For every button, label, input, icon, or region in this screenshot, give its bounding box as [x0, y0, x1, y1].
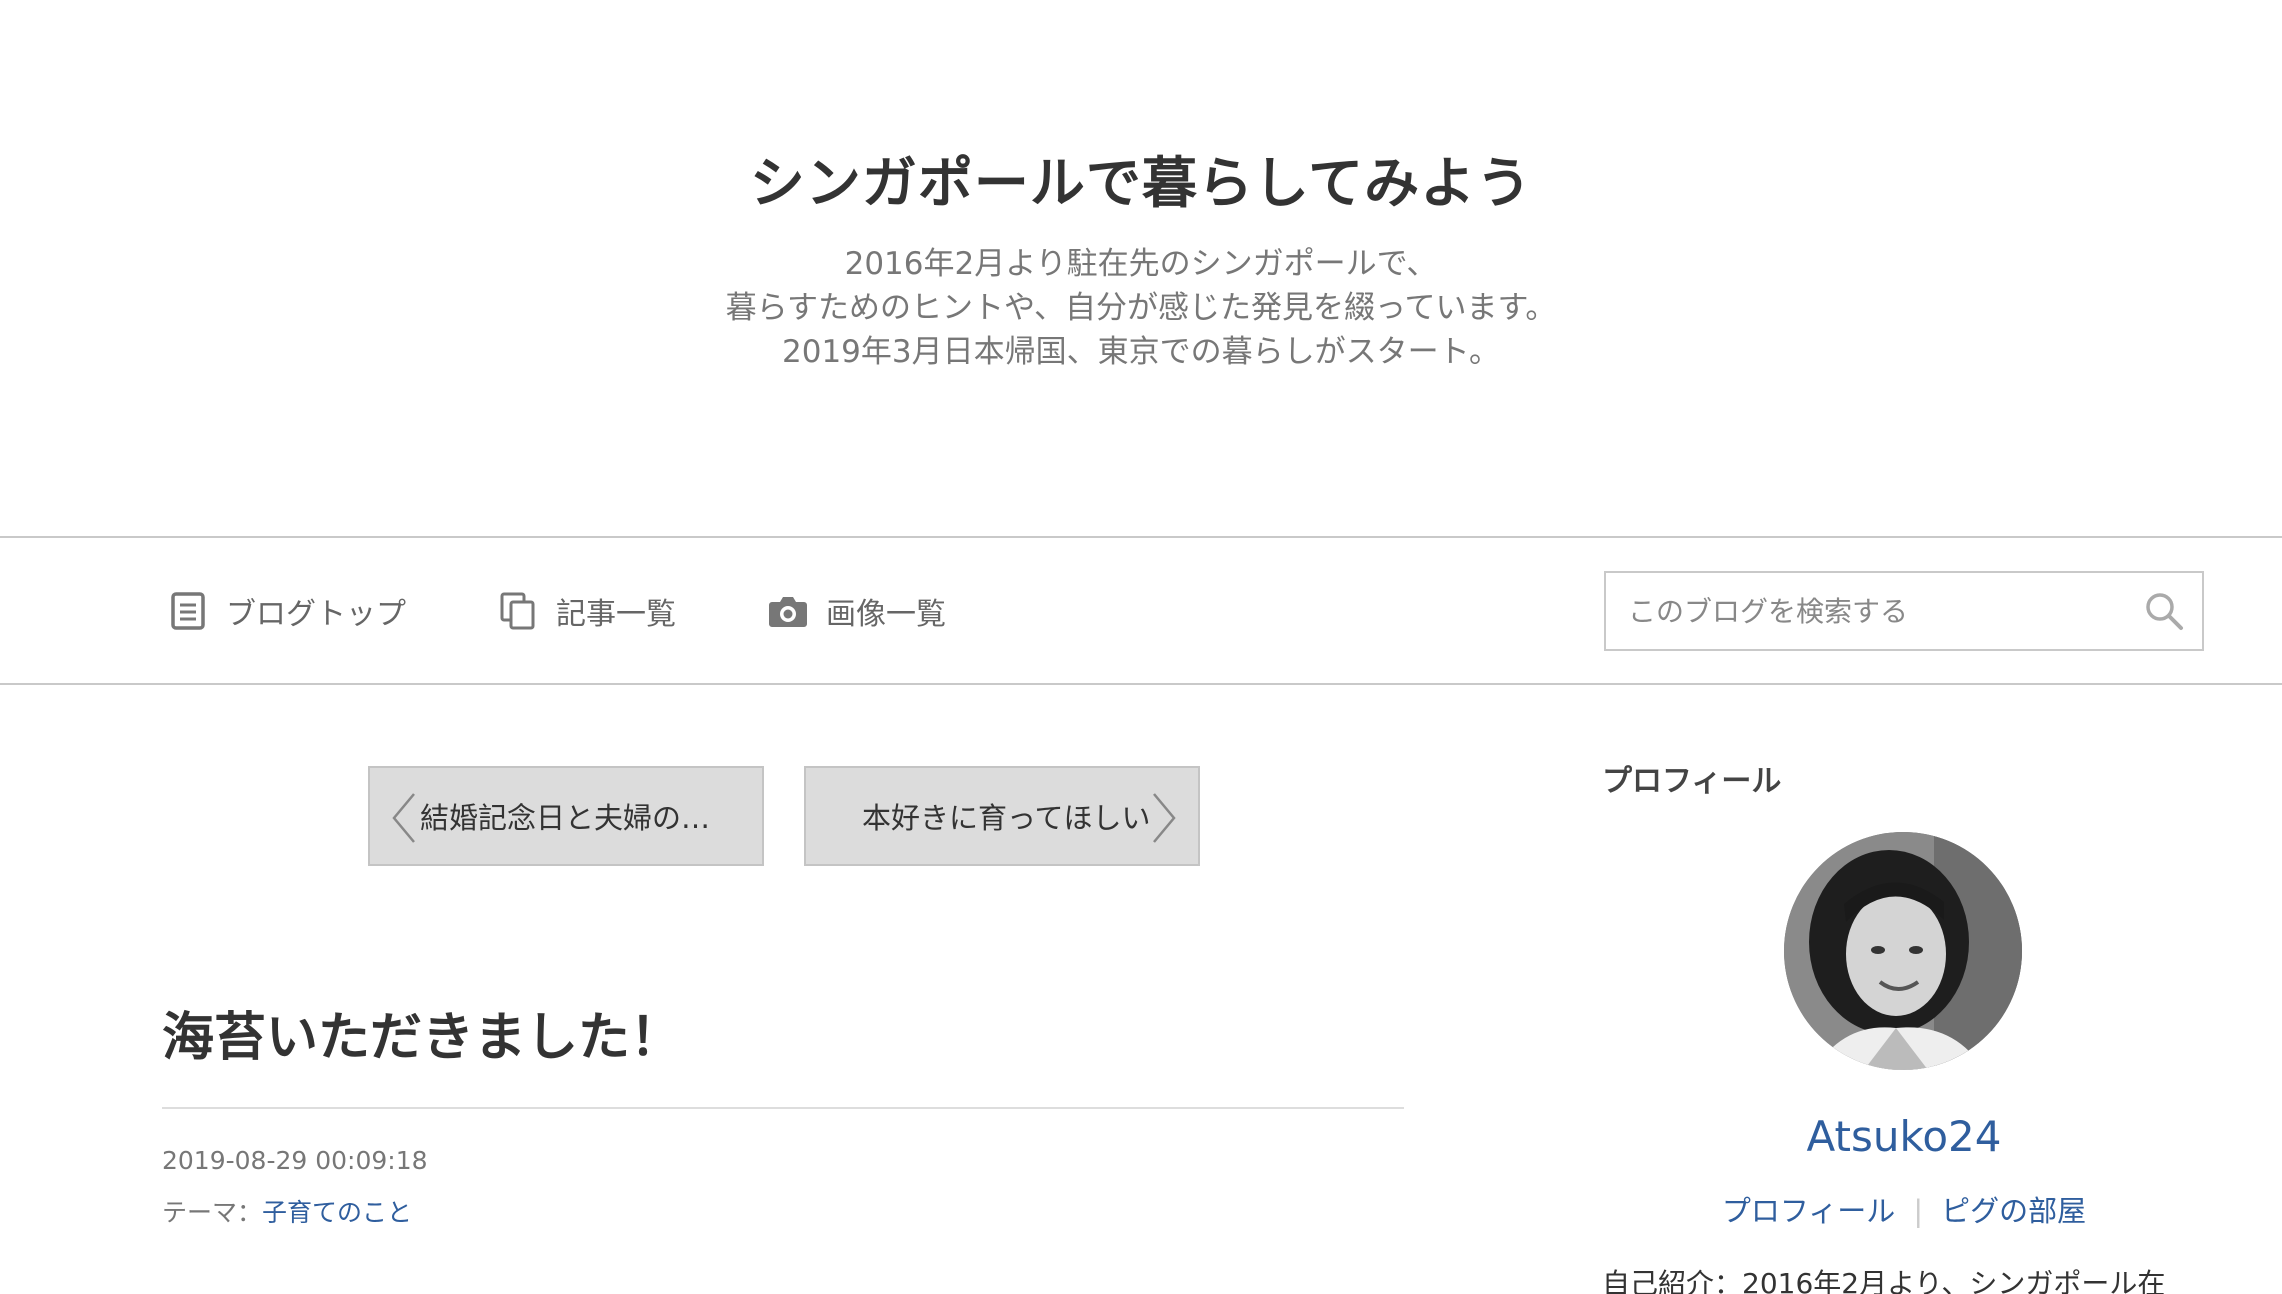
prev-article-button[interactable]: 結婚記念日と夫婦の… — [368, 766, 764, 866]
nav-bar: ブログトップ 記事一覧 画像一覧 — [0, 536, 2282, 685]
page: シンガポールで暮らしてみよう 2016年2月より駐在先のシンガポールで、 暮らす… — [0, 0, 2282, 1294]
search-box — [1604, 571, 2204, 651]
chevron-left-icon — [392, 793, 415, 843]
search-icon[interactable] — [2144, 591, 2184, 631]
nav-item-label: 記事一覧 — [556, 597, 676, 632]
next-article-label: 本好きに育ってほしい — [862, 801, 1151, 835]
pig-room-link[interactable]: ピグの部屋 — [1941, 1194, 2086, 1228]
blog-description-line: 2016年2月より駐在先のシンガポールで、 — [844, 246, 1438, 282]
profile-name-link[interactable]: Atsuko24 — [1604, 1112, 2204, 1161]
document-icon — [168, 591, 208, 631]
nav-item-blog-top[interactable]: ブログトップ — [168, 584, 406, 638]
search-input[interactable] — [1606, 573, 2126, 649]
blog-title[interactable]: シンガポールで暮らしてみよう — [0, 148, 2282, 218]
nav-item-article-list[interactable]: 記事一覧 — [498, 584, 676, 638]
nav-item-label: 画像一覧 — [826, 597, 946, 632]
article-date: 2019-08-29 00:09:18 — [162, 1146, 428, 1175]
avatar[interactable] — [1784, 832, 2022, 1070]
article-theme-prefix: テーマ： — [162, 1198, 263, 1227]
blog-description-line: 暮らすためのヒントや、自分が感じた発見を綴っています。 — [725, 290, 1557, 326]
article-title: 海苔いただきました！ — [162, 1008, 683, 1068]
next-article-button[interactable]: 本好きに育ってほしい — [804, 766, 1200, 866]
camera-icon — [768, 591, 808, 631]
chevron-right-icon — [1153, 793, 1176, 843]
nav-item-image-list[interactable]: 画像一覧 — [768, 584, 946, 638]
article-theme: テーマ：子育てのこと — [162, 1193, 412, 1229]
blog-description: 2016年2月より駐在先のシンガポールで、 暮らすためのヒントや、自分が感じた発… — [0, 242, 2282, 374]
nav-item-label: ブログトップ — [226, 597, 406, 632]
article-divider — [162, 1107, 1404, 1109]
prev-article-label: 結婚記念日と夫婦の… — [420, 801, 711, 835]
profile-intro: 自己紹介：2016年2月より、シンガポール在 — [1602, 1267, 2166, 1294]
blog-header: シンガポールで暮らしてみよう 2016年2月より駐在先のシンガポールで、 暮らす… — [0, 0, 2282, 536]
profile-link[interactable]: プロフィール — [1722, 1194, 1895, 1228]
copy-icon — [498, 591, 538, 631]
sidebar-profile-heading: プロフィール — [1602, 764, 1782, 799]
blog-description-line: 2019年3月日本帰国、東京での暮らしがスタート。 — [782, 334, 1500, 370]
profile-links: プロフィール | ピグの部屋 — [1604, 1188, 2204, 1230]
link-separator: | — [1913, 1194, 1924, 1228]
article-theme-link[interactable]: 子育てのこと — [262, 1198, 412, 1227]
